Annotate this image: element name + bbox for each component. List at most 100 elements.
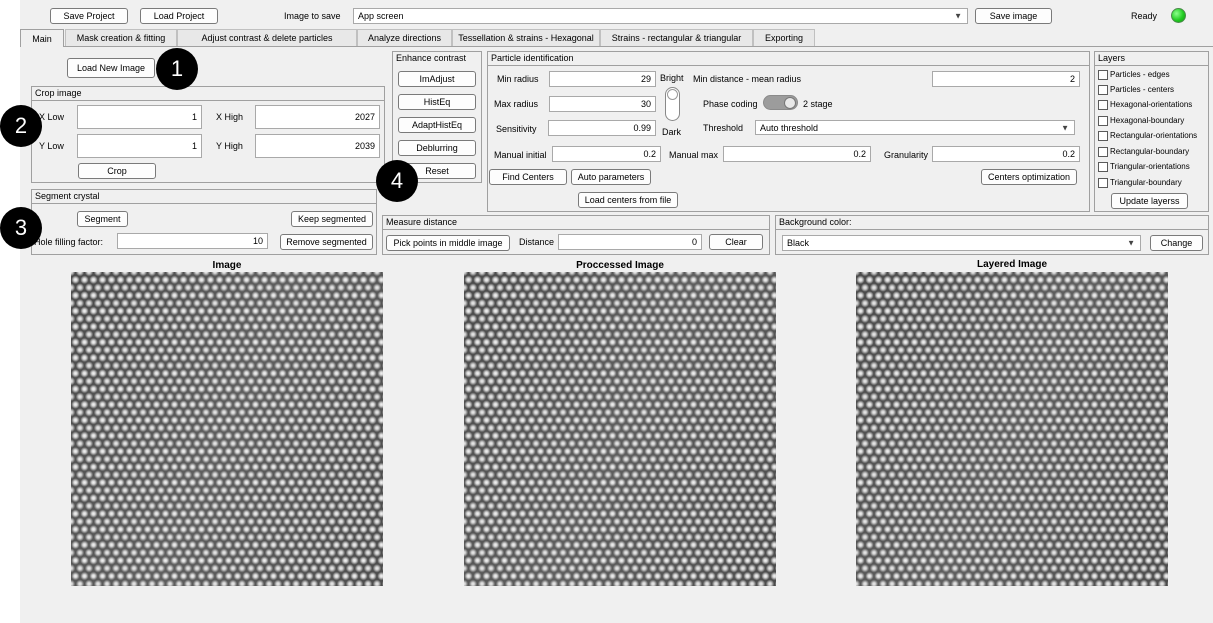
tab-exporting[interactable]: Exporting (753, 29, 815, 46)
x-low-field[interactable]: 1 (77, 105, 202, 129)
phase-coding-toggle[interactable] (763, 95, 798, 110)
threshold-label: Threshold (703, 123, 744, 133)
pick-points-button[interactable]: Pick points in middle image (386, 235, 510, 251)
original-image[interactable] (71, 272, 383, 586)
tab-mask-creation[interactable]: Mask creation & fitting (65, 29, 177, 46)
change-button[interactable]: Change (1150, 235, 1203, 251)
chevron-down-icon: ▼ (954, 11, 962, 21)
divider (1095, 65, 1208, 66)
processed-image[interactable] (464, 272, 776, 586)
enhance-panel-title: Enhance contrast (396, 53, 467, 63)
y-low-label: Y Low (39, 141, 64, 151)
layer-label: Triangular-orientations (1110, 162, 1190, 171)
manual-initial-label: Manual initial (494, 150, 547, 160)
y-high-field[interactable]: 2039 (255, 134, 380, 158)
layered-image[interactable] (856, 272, 1168, 586)
adapthisteq-button[interactable]: AdaptHistEq (398, 117, 476, 133)
granularity-field[interactable]: 0.2 (932, 146, 1080, 162)
layer-label: Rectangular-orientations (1110, 131, 1198, 140)
layer-checkbox-triangular-orientations[interactable] (1098, 162, 1108, 172)
divider (32, 100, 384, 101)
sensitivity-field[interactable]: 0.99 (548, 120, 656, 136)
background-panel-title: Background color: (779, 217, 852, 227)
layer-label: Hexagonal-boundary (1110, 116, 1185, 125)
min-distance-field[interactable]: 2 (932, 71, 1080, 87)
background-color-value: Black (787, 238, 810, 248)
y-high-label: Y High (216, 141, 243, 151)
x-high-field[interactable]: 2027 (255, 105, 380, 129)
layer-label: Rectangular-boundary (1110, 147, 1190, 156)
load-new-image-button[interactable]: Load New Image (67, 58, 155, 78)
imadjust-button[interactable]: ImAdjust (398, 71, 476, 87)
dark-label: Dark (662, 127, 682, 137)
max-radius-label: Max radius (494, 99, 539, 109)
annotation-badge-2: 2 (0, 105, 42, 147)
bright-label: Bright (660, 73, 684, 83)
image-to-save-label: Image to save (284, 11, 341, 21)
layer-checkbox-rectangular-boundary[interactable] (1098, 147, 1108, 157)
layer-checkbox-rectangular-orientations[interactable] (1098, 131, 1108, 141)
image-to-save-select[interactable]: App screen ▼ (353, 8, 968, 24)
clear-button[interactable]: Clear (709, 234, 763, 250)
keep-segmented-button[interactable]: Keep segmented (291, 211, 373, 227)
status-indicator-icon (1171, 8, 1186, 23)
hole-filling-label: Hole filling factor: (34, 237, 104, 247)
manual-initial-field[interactable]: 0.2 (552, 146, 661, 162)
tab-strains-rect-tri[interactable]: Strains - rectangular & triangular (600, 29, 753, 46)
layer-checkbox-triangular-boundary[interactable] (1098, 178, 1108, 188)
background-color-select[interactable]: Black ▼ (782, 235, 1141, 251)
tab-adjust-contrast[interactable]: Adjust contrast & delete particles (177, 29, 357, 46)
annotation-badge-1: 1 (156, 48, 198, 90)
annotation-badge-3: 3 (0, 207, 42, 249)
remove-segmented-button[interactable]: Remove segmented (280, 234, 373, 250)
deblurring-button[interactable]: Deblurring (398, 140, 476, 156)
segment-button[interactable]: Segment (77, 211, 128, 227)
load-project-button[interactable]: Load Project (140, 8, 218, 24)
tab-tessellation-hexagonal[interactable]: Tessellation & strains - Hexagonal (452, 29, 600, 46)
save-image-button[interactable]: Save image (975, 8, 1052, 24)
distance-label: Distance (519, 237, 555, 247)
min-distance-label: Min distance - mean radius (693, 74, 802, 84)
divider (488, 65, 1089, 66)
divider (383, 229, 769, 230)
layer-label: Hexagonal-orientations (1110, 100, 1193, 109)
load-centers-button[interactable]: Load centers from file (578, 192, 678, 208)
phase-coding-state: 2 stage (803, 99, 833, 109)
layer-checkbox-hexagonal-orientations[interactable] (1098, 100, 1108, 110)
auto-parameters-button[interactable]: Auto parameters (571, 169, 651, 185)
threshold-select[interactable]: Auto threshold ▼ (755, 120, 1075, 135)
layers-panel-title: Layers (1098, 53, 1126, 63)
phase-coding-label: Phase coding (703, 99, 758, 109)
measure-panel-title: Measure distance (386, 217, 458, 227)
granularity-label: Granularity (884, 150, 929, 160)
min-radius-field[interactable]: 29 (549, 71, 656, 87)
manual-max-field[interactable]: 0.2 (723, 146, 871, 162)
sensitivity-label: Sensitivity (496, 124, 537, 134)
bright-dark-switch[interactable] (665, 87, 680, 121)
crop-panel-title: Crop image (35, 88, 82, 98)
crop-button[interactable]: Crop (78, 163, 156, 179)
centers-optimization-button[interactable]: Centers optimization (981, 169, 1077, 185)
x-high-label: X High (216, 112, 244, 122)
toggle-knob (784, 97, 796, 109)
processed-image-title: Proccessed Image (576, 260, 664, 271)
threshold-value: Auto threshold (760, 122, 819, 133)
tab-main[interactable]: Main (20, 29, 64, 47)
manual-max-label: Manual max (669, 150, 719, 160)
hole-filling-field[interactable]: 10 (117, 233, 268, 249)
layer-checkbox-particles-edges[interactable] (1098, 70, 1108, 80)
status-text: Ready (1131, 11, 1158, 21)
chevron-down-icon: ▼ (1061, 123, 1069, 132)
max-radius-field[interactable]: 30 (549, 96, 656, 112)
layer-checkbox-particles-centers[interactable] (1098, 85, 1108, 95)
y-low-field[interactable]: 1 (77, 134, 202, 158)
tab-analyze-directions[interactable]: Analyze directions (357, 29, 452, 46)
min-radius-label: Min radius (497, 74, 539, 84)
distance-field[interactable]: 0 (558, 234, 702, 250)
save-project-button[interactable]: Save Project (50, 8, 128, 24)
histeq-button[interactable]: HistEq (398, 94, 476, 110)
update-layers-button[interactable]: Update layerss (1111, 193, 1188, 209)
find-centers-button[interactable]: Find Centers (489, 169, 567, 185)
layer-checkbox-hexagonal-boundary[interactable] (1098, 116, 1108, 126)
segment-panel-title: Segment crystal (35, 191, 100, 201)
